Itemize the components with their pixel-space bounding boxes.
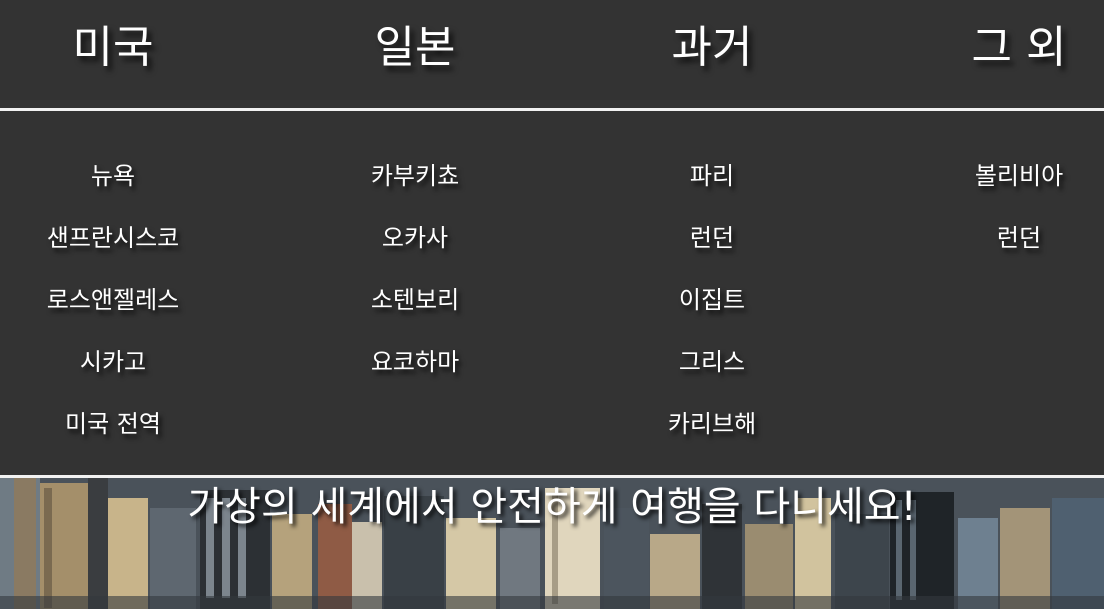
menu-column-japan: 카부키쵸 오카사 소텐보리 요코하마 xyxy=(295,156,535,404)
category-header: 미국 일본 과거 그 외 xyxy=(0,0,1104,108)
menu-column-usa: 뉴욕 샌프란시스코 로스앤젤레스 시카고 미국 전역 xyxy=(0,156,233,466)
menu-item-london[interactable]: 런던 xyxy=(592,218,832,280)
category-usa[interactable]: 미국 xyxy=(0,20,233,76)
hero-banner: 가상의 세계에서 안전하게 여행을 다니세요! xyxy=(0,478,1104,609)
page: 미국 일본 과거 그 외 뉴욕 샌프란시스코 로스앤젤레스 시카고 미국 전역 … xyxy=(0,0,1104,609)
menu-item-caribbean[interactable]: 카리브해 xyxy=(592,404,832,466)
menu-item-chicago[interactable]: 시카고 xyxy=(0,342,233,404)
menu-item-kabukicho[interactable]: 카부키쵸 xyxy=(295,156,535,218)
menu-item-paris[interactable]: 파리 xyxy=(592,156,832,218)
menu-item-london-other[interactable]: 런던 xyxy=(899,218,1104,280)
menu-column-other: 볼리비아 런던 xyxy=(899,156,1104,280)
category-past[interactable]: 과거 xyxy=(592,20,832,76)
menu-item-egypt[interactable]: 이집트 xyxy=(592,280,832,342)
menu-item-yokohama[interactable]: 요코하마 xyxy=(295,342,535,404)
menu-column-past: 파리 런던 이집트 그리스 카리브해 xyxy=(592,156,832,466)
destination-menu: 뉴욕 샌프란시스코 로스앤젤레스 시카고 미국 전역 카부키쵸 오카사 소텐보리… xyxy=(0,112,1104,475)
menu-item-new-york[interactable]: 뉴욕 xyxy=(0,156,233,218)
menu-item-osaka[interactable]: 오카사 xyxy=(295,218,535,280)
category-japan[interactable]: 일본 xyxy=(295,20,535,76)
menu-item-dotonbori[interactable]: 소텐보리 xyxy=(295,280,535,342)
menu-item-los-angeles[interactable]: 로스앤젤레스 xyxy=(0,280,233,342)
category-other[interactable]: 그 외 xyxy=(899,20,1104,76)
menu-item-bolivia[interactable]: 볼리비아 xyxy=(899,156,1104,218)
menu-item-greece[interactable]: 그리스 xyxy=(592,342,832,404)
menu-item-all-usa[interactable]: 미국 전역 xyxy=(0,404,233,466)
menu-item-san-francisco[interactable]: 샌프란시스코 xyxy=(0,218,233,280)
header-divider xyxy=(0,108,1104,111)
hero-tagline: 가상의 세계에서 안전하게 여행을 다니세요! xyxy=(187,484,917,530)
